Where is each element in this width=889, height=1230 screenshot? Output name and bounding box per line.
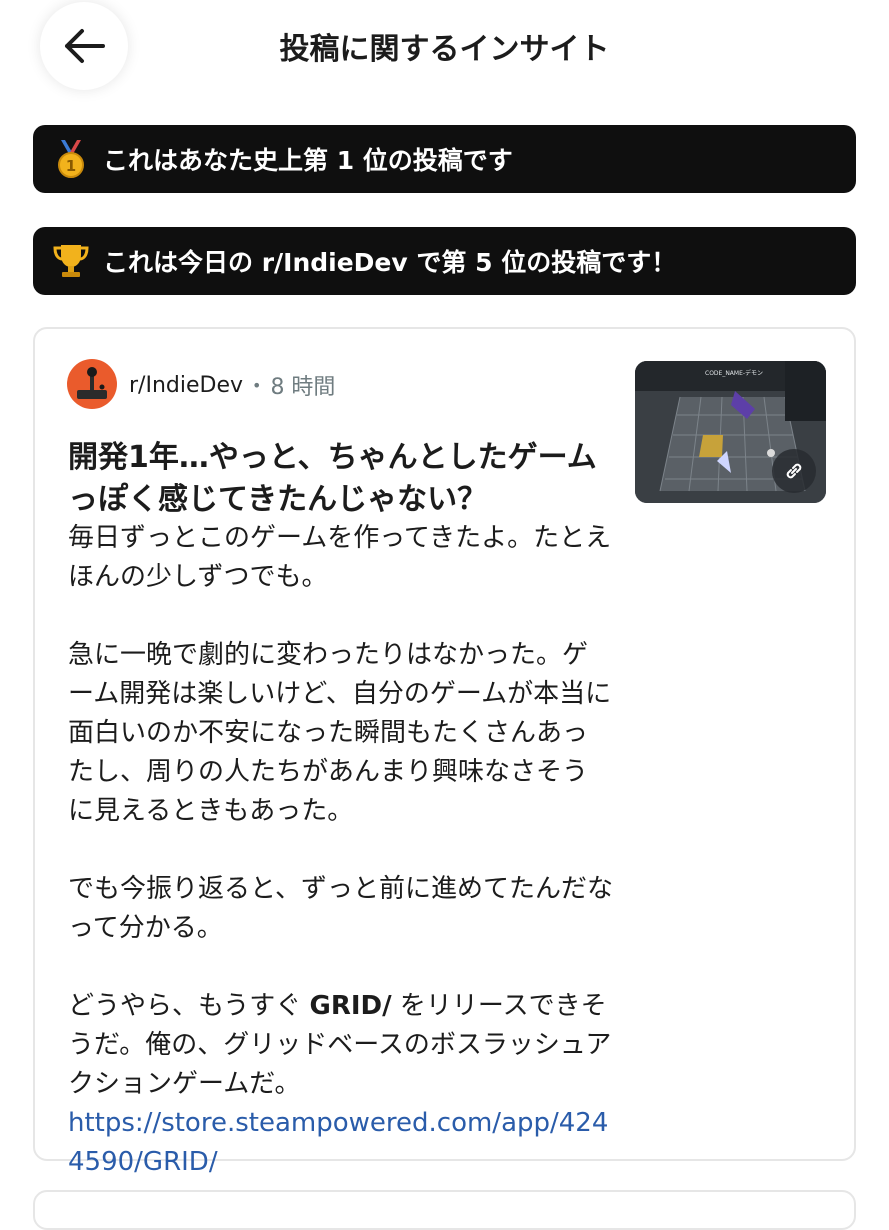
medal-icon: 1 bbox=[51, 139, 91, 179]
post-paragraph: でも今振り返ると、ずっと前に進めてたんだなって分かる。 bbox=[68, 874, 613, 943]
post-card[interactable]: r/IndieDev • 8 時間 CODE_NAME-デモン 開発1年…やっと… bbox=[33, 327, 856, 1177]
link-badge[interactable] bbox=[772, 449, 816, 493]
post-text: どうやら、もうすぐ bbox=[68, 991, 310, 1021]
joystick-icon bbox=[77, 367, 107, 399]
top-bar: 投稿に関するインサイト bbox=[0, 0, 889, 96]
post-title[interactable]: 開発1年…やっと、ちゃんとしたゲームっぽく感じてきたんじゃない？ bbox=[68, 437, 613, 521]
personal-rank-banner: 1 これはあなた史上第 1 位の投稿です bbox=[33, 125, 856, 193]
thumbnail-label: CODE_NAME-デモン bbox=[705, 369, 763, 377]
subreddit-avatar[interactable] bbox=[67, 359, 117, 409]
post-paragraph: 毎日ずっとこのゲームを作ってきたよ。たとえほんの少しずつでも。 bbox=[68, 523, 612, 592]
next-card bbox=[33, 1190, 856, 1230]
game-name: GRID/ bbox=[309, 991, 392, 1021]
post-thumbnail[interactable]: CODE_NAME-デモン bbox=[635, 361, 826, 503]
post-meta: r/IndieDev • 8 時間 bbox=[129, 369, 335, 401]
community-rank-text: これは今日の r/IndieDev で第 5 位の投稿です！ bbox=[103, 248, 677, 277]
meta-separator: • bbox=[252, 375, 262, 395]
personal-rank-text: これはあなた史上第 1 位の投稿です bbox=[103, 146, 513, 175]
steam-store-link[interactable]: https://store.steampowered.com/app/42445… bbox=[68, 1108, 608, 1177]
post-time: 8 時間 bbox=[270, 375, 336, 400]
link-icon bbox=[786, 463, 802, 479]
subreddit-name[interactable]: r/IndieDev bbox=[129, 373, 243, 398]
post-paragraph: どうやら、もうすぐ GRID/ をリリースできそうだ。俺の、グリッドベースのボス… bbox=[68, 987, 613, 1104]
page-title: 投稿に関するインサイト bbox=[279, 32, 610, 67]
trophy-icon bbox=[51, 241, 91, 281]
post-paragraph: 急に一晩で劇的に変わったりはなかった。ゲーム開発は楽しいけど、自分のゲームが本当… bbox=[68, 640, 612, 826]
post-body: 毎日ずっとこのゲームを作ってきたよ。たとえほんの少しずつでも。 急に一晩で劇的に… bbox=[68, 519, 613, 1182]
svg-text:1: 1 bbox=[66, 157, 76, 175]
community-rank-banner: これは今日の r/IndieDev で第 5 位の投稿です！ bbox=[33, 227, 856, 295]
